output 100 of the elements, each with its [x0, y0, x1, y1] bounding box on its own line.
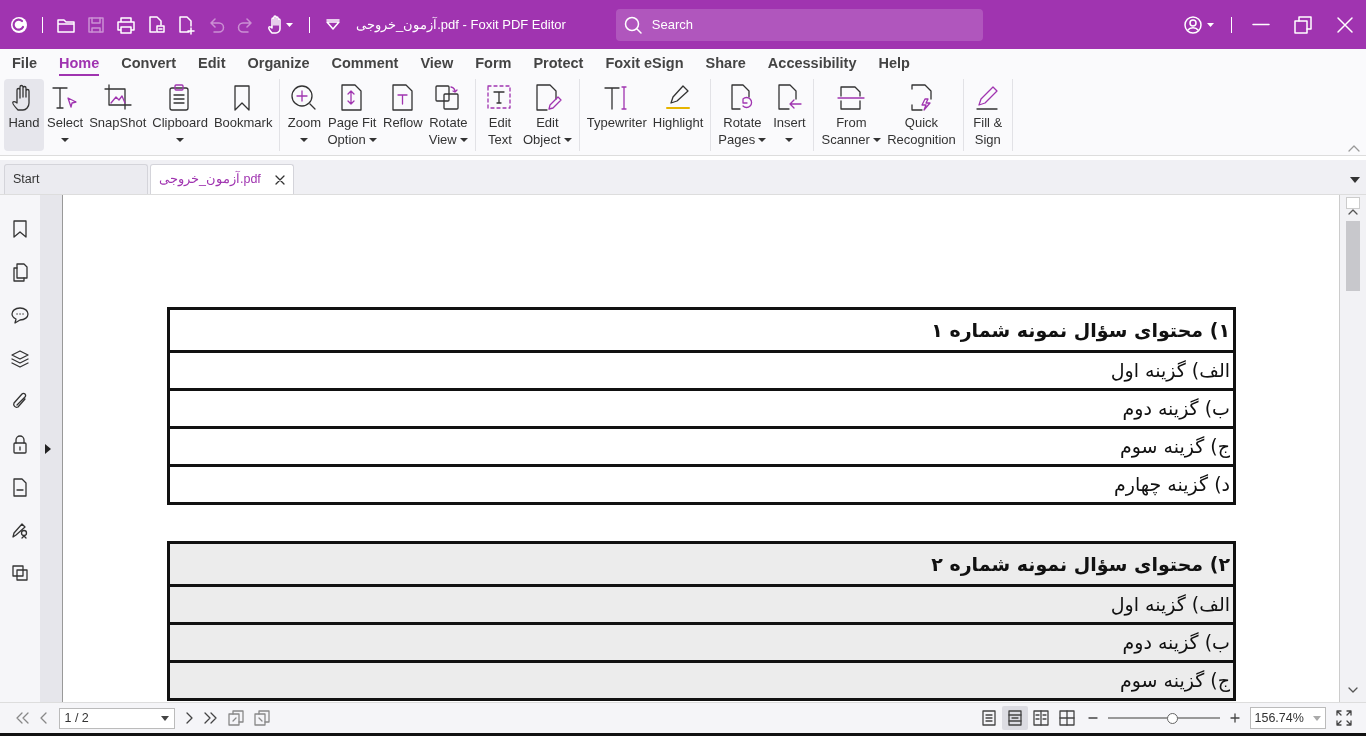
printer-icon — [116, 15, 136, 34]
ribbon-button[interactable]: Page Fit Option — [324, 79, 380, 151]
close-tab-button[interactable] — [275, 174, 285, 185]
layers-icon — [10, 348, 30, 369]
pages-icon — [10, 262, 30, 283]
restore-icon — [1294, 15, 1312, 34]
scroll-up-icon — [1348, 209, 1358, 215]
option-text: د) گزینه چهارم — [1114, 472, 1230, 498]
question-text: ۲) محتوای سؤال نمونه شماره ۲ — [931, 551, 1230, 578]
comment-panel-button[interactable] — [10, 305, 30, 326]
document-icon — [10, 477, 30, 498]
split-handle[interactable] — [1346, 197, 1360, 209]
ribbon-button[interactable]: Rotate Pages — [715, 79, 770, 151]
account-icon — [1183, 14, 1217, 35]
ribbon-button[interactable]: Zoom — [284, 79, 325, 151]
menu-tab[interactable]: Home — [52, 49, 107, 78]
caret-icon — [873, 136, 882, 143]
hand-icon — [266, 14, 296, 35]
plus-icon — [1229, 713, 1240, 723]
new-page-icon — [176, 14, 196, 35]
facing-pages-icon — [1032, 709, 1051, 727]
page-number-field[interactable]: 1 / 2 — [58, 707, 175, 729]
menu-tab[interactable]: Share — [698, 49, 753, 78]
ribbon-button[interactable]: Hand — [4, 79, 44, 151]
comment-icon — [10, 305, 30, 326]
ribbon-button[interactable]: Insert — [769, 79, 810, 151]
continuous-page-icon — [1006, 709, 1025, 727]
caret-icon — [324, 17, 342, 32]
option-text: ب) گزینه دوم — [1122, 396, 1230, 422]
ribbon-button[interactable]: Edit Text — [479, 79, 520, 151]
slider-thumb[interactable] — [1166, 712, 1178, 724]
collapse-icon — [1347, 143, 1360, 152]
menu-tab[interactable]: Foxit eSign — [598, 49, 691, 78]
fullscreen-icon — [1336, 710, 1352, 726]
option-text: الف) گزینه اول — [1110, 358, 1230, 384]
option-text: ج) گزینه سوم — [1120, 668, 1230, 694]
document-icon — [146, 14, 166, 35]
window-title: آزمون_خروجی.pdf - Foxit PDF Editor — [356, 15, 566, 35]
caret-icon — [785, 136, 794, 143]
caret-icon — [160, 715, 169, 721]
caret-icon — [459, 136, 468, 143]
pages-panel-button[interactable] — [10, 262, 30, 283]
scrollbar[interactable] — [1340, 195, 1366, 702]
caret-icon — [1312, 715, 1321, 721]
view-mode-button[interactable] — [1002, 706, 1029, 730]
document-tab[interactable]: آزمون_خروجی.pdf — [150, 164, 294, 194]
menu-tab[interactable]: File — [5, 49, 44, 78]
ribbon-button[interactable]: Reflow — [380, 79, 426, 151]
menu-tab[interactable]: Form — [468, 49, 519, 78]
bookmark-icon — [10, 219, 30, 240]
ribbon-button[interactable]: Highlight — [649, 79, 707, 151]
ribbon-button[interactable]: Rotate View — [425, 79, 471, 151]
zoom-field[interactable]: 156.74% — [1249, 707, 1326, 729]
scroll-down-icon — [1348, 686, 1358, 693]
caret-icon — [300, 136, 309, 143]
menu-tab[interactable]: Comment — [324, 49, 406, 78]
document-tab[interactable]: Start — [4, 164, 148, 194]
bookmark-panel-button[interactable] — [10, 219, 30, 240]
ribbon-button[interactable]: Typewriter — [583, 79, 650, 151]
menu-tab[interactable]: Convert — [114, 49, 184, 78]
duplicate-panel-button[interactable] — [10, 563, 30, 584]
lock-panel-button[interactable] — [10, 434, 30, 455]
ribbon-button[interactable]: Fill & Sign — [967, 79, 1008, 151]
menu-tab[interactable]: Help — [871, 49, 917, 78]
caret-icon — [369, 136, 377, 143]
caret-icon — [758, 136, 767, 143]
menu-tab[interactable]: View — [413, 49, 461, 78]
ribbon-button[interactable]: From Scanner — [818, 79, 885, 151]
menu-tab[interactable]: Edit — [191, 49, 233, 78]
dropdown-icon — [1349, 176, 1360, 183]
document-panel-button[interactable] — [10, 477, 30, 498]
caret-icon — [563, 136, 572, 143]
first-page-icon — [14, 711, 30, 725]
ribbon-button[interactable]: Clipboard — [149, 79, 211, 151]
ribbon-button[interactable]: SnapShot — [86, 79, 150, 151]
menu-tab[interactable]: Accessibility — [760, 49, 864, 78]
question-text: ۱) محتوای سؤال نمونه شماره ۱ — [931, 317, 1230, 344]
single-page-icon — [980, 709, 999, 727]
next-icon — [185, 711, 195, 725]
ribbon-button[interactable]: Bookmark — [210, 79, 276, 151]
minimize-icon — [1252, 23, 1270, 26]
scanner-icon — [836, 83, 867, 113]
ribbon-button[interactable]: Select — [44, 79, 87, 151]
close-icon — [275, 174, 285, 185]
expand-icon — [45, 443, 51, 454]
ribbon-button[interactable]: Edit Object — [519, 79, 575, 151]
close-icon — [1336, 15, 1354, 34]
option-text: ج) گزینه سوم — [1120, 434, 1230, 460]
lock-icon — [10, 434, 30, 455]
scroll-thumb[interactable] — [1346, 221, 1360, 291]
last-page-icon — [203, 711, 219, 725]
continuous-facing-icon — [1058, 709, 1077, 727]
menu-tab[interactable]: Organize — [240, 49, 317, 78]
layers-panel-button[interactable] — [10, 348, 30, 369]
save-icon — [87, 15, 105, 34]
menu-tab[interactable]: Protect — [526, 49, 591, 78]
caret-icon — [176, 136, 185, 143]
option-text: الف) گزینه اول — [1110, 592, 1230, 618]
next-view-icon — [253, 709, 271, 727]
ribbon-button[interactable]: Quick Recognition — [884, 79, 959, 151]
